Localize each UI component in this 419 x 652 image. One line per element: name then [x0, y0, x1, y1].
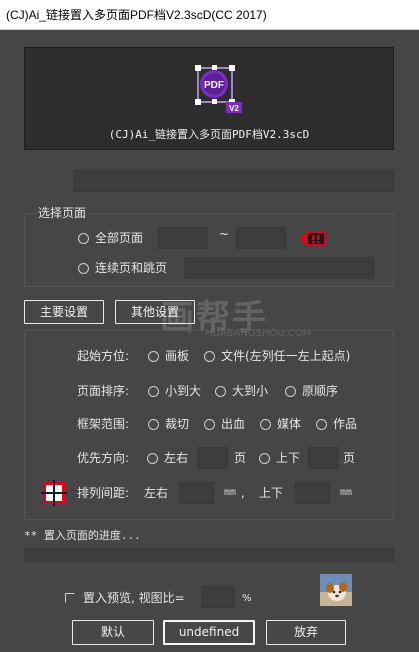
file-path-input[interactable]: [73, 170, 394, 192]
progress-bar: [24, 548, 394, 562]
spacing-comma: ,: [241, 486, 245, 500]
banner: PDF V2 (CJ)Ai_链接置入多页面PDF档V2.3scD: [24, 47, 394, 150]
spacing-lr-input[interactable]: [179, 482, 214, 504]
order-descending-radio[interactable]: [215, 386, 226, 397]
spacing-ud-label: 上下: [259, 486, 284, 500]
priority-ud-radio[interactable]: [259, 453, 270, 464]
priority-direction-label: 优先方向:: [77, 451, 130, 465]
all-pages-label: 全部页面: [95, 231, 144, 245]
spacing-lr-label: 左右: [144, 486, 169, 500]
frame-crop-radio[interactable]: [148, 419, 159, 430]
select-pages-title: 选择页面: [36, 205, 89, 221]
spacing-ud-input[interactable]: [295, 482, 330, 504]
priority-ud-input[interactable]: [308, 447, 339, 469]
continuous-pages-radio[interactable]: [78, 263, 89, 274]
logo-text: PDF: [204, 80, 224, 91]
cancel-button[interactable]: 放弃: [266, 620, 346, 645]
page-to-input[interactable]: [236, 227, 286, 249]
tab-main-settings[interactable]: 主要设置: [24, 300, 104, 324]
default-button[interactable]: 默认: [72, 620, 154, 645]
frame-art-radio[interactable]: [316, 419, 327, 430]
all-pages-radio[interactable]: [78, 233, 89, 244]
alert-icon[interactable]: [299, 230, 327, 247]
percent-label: %: [242, 593, 252, 604]
spacing-lr-unit: mm: [224, 487, 237, 498]
order-original-radio[interactable]: [285, 386, 296, 397]
tilde-label: ~: [219, 227, 230, 241]
order-descending-label: 大到小: [232, 384, 269, 398]
order-original-label: 原顺序: [302, 384, 339, 398]
page-from-input[interactable]: [158, 227, 208, 249]
order-ascending-label: 小到大: [165, 384, 202, 398]
logo-badge: V2: [229, 104, 239, 113]
undefined-button[interactable]: undefined: [163, 620, 255, 645]
frame-media-radio[interactable]: [260, 419, 271, 430]
start-document-label: 文件(左列任一左上起点): [221, 349, 351, 363]
view-ratio-input[interactable]: [201, 586, 235, 608]
banner-caption: (CJ)Ai_链接置入多页面PDF档V2.3scD: [108, 128, 310, 141]
frame-art-label: 作品: [333, 417, 358, 431]
priority-lr-radio[interactable]: [147, 453, 158, 464]
priority-lr-page-unit: 页: [234, 451, 247, 465]
priority-lr-label: 左右: [164, 451, 189, 465]
frame-media-label: 媒体: [277, 417, 302, 431]
continuous-pages-label: 连续页和跳页: [95, 261, 168, 275]
start-artboard-radio[interactable]: [148, 351, 159, 362]
window-title: (CJ)Ai_链接置入多页面PDF档V2.3scD(CC 2017): [0, 0, 419, 30]
start-artboard-label: 画板: [165, 349, 190, 363]
start-position-label: 起始方位:: [77, 349, 130, 363]
priority-ud-label: 上下: [276, 451, 301, 465]
frame-bleed-radio[interactable]: [204, 419, 215, 430]
preview-label: 置入预览, 视图比=: [83, 591, 185, 605]
spacing-label: 排列间距:: [77, 486, 130, 500]
priority-lr-input[interactable]: [197, 447, 228, 469]
frame-bleed-label: 出血: [221, 417, 246, 431]
preview-checkbox[interactable]: [65, 593, 75, 603]
start-document-radio[interactable]: [204, 351, 215, 362]
pdf-logo-icon: PDF V2: [195, 65, 242, 113]
frame-range-label: 框架范围:: [77, 417, 130, 431]
pet-photo-icon: [320, 574, 352, 606]
order-ascending-radio[interactable]: [148, 386, 159, 397]
progress-label: ** 置入页面的进度...: [24, 529, 141, 542]
page-order-label: 页面排序:: [77, 384, 130, 398]
spacing-ud-unit: mm: [340, 487, 353, 498]
frame-crop-label: 裁切: [165, 417, 190, 431]
priority-ud-page-unit: 页: [343, 451, 356, 465]
continuous-pages-input[interactable]: [184, 257, 374, 279]
spacing-grid-icon: [41, 480, 67, 506]
